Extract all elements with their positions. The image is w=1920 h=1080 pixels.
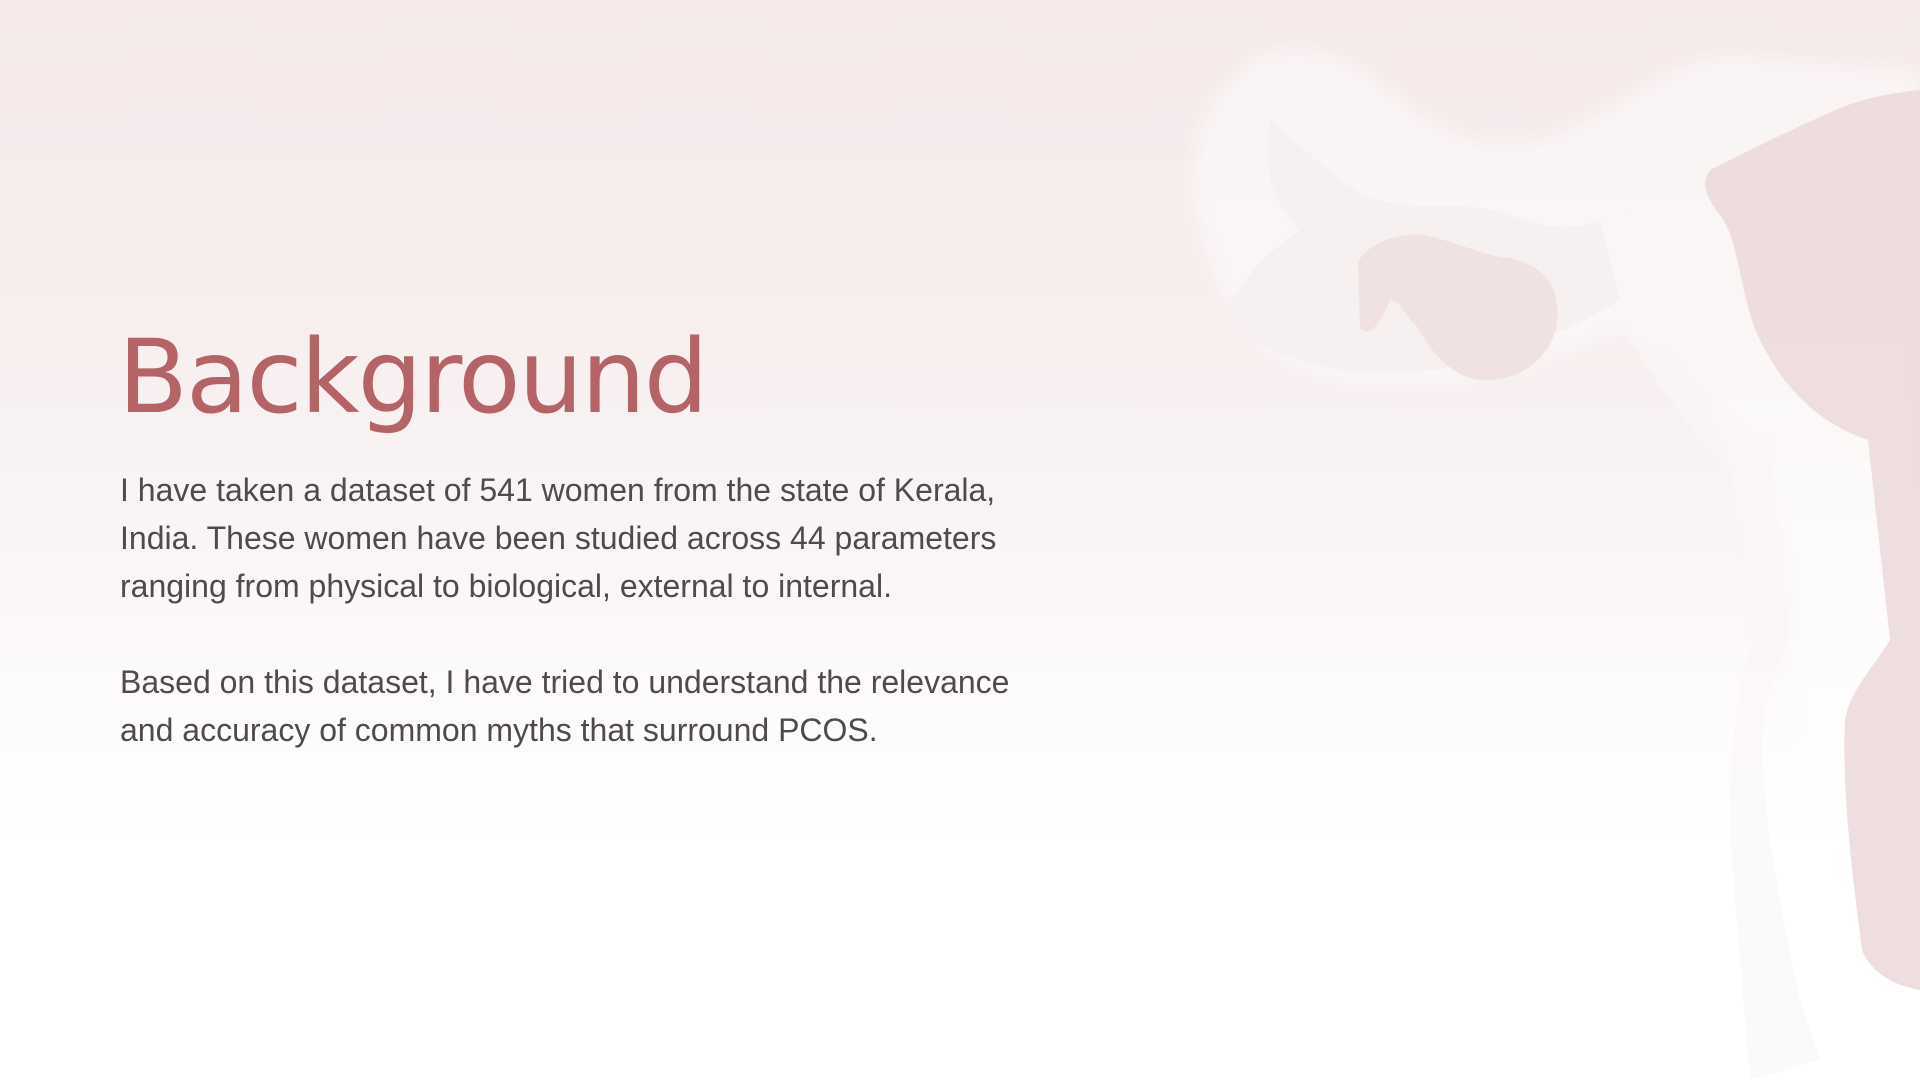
slide: Background I have taken a dataset of 541… — [0, 0, 1920, 1080]
paragraph-dataset-description: I have taken a dataset of 541 women from… — [120, 472, 997, 604]
uterus-icon — [1193, 48, 1920, 1080]
body-text: I have taken a dataset of 541 women from… — [120, 466, 1080, 802]
paragraph-research-goal: Based on this dataset, I have tried to u… — [120, 664, 1010, 748]
slide-title: Background — [118, 318, 709, 437]
